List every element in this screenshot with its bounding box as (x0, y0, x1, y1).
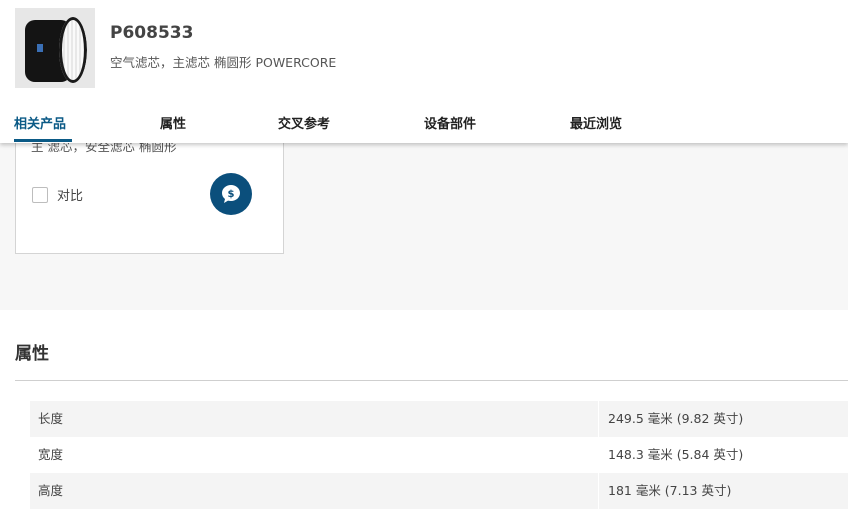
attribute-name: 长度 (38, 411, 64, 426)
part-description: 空气滤芯，主滤芯 椭圆形 POWERCORE (110, 55, 337, 70)
attributes-table: 长度 249.5 毫米 (9.82 英寸) 宽度 148.3 毫米 (5.84 … (30, 401, 848, 509)
filter-media (59, 17, 87, 83)
compare-label: 对比 (57, 189, 84, 204)
attribute-value: 148.3 毫米 (5.84 英寸) (608, 447, 744, 462)
attribute-value: 181 毫米 (7.13 英寸) (608, 483, 732, 498)
product-image[interactable] (15, 8, 95, 88)
compare-control[interactable]: 对比 (32, 185, 83, 204)
product-header: P608533 空气滤芯，主滤芯 椭圆形 POWERCORE 相关产品 属性 交… (0, 0, 848, 143)
table-row: 宽度 148.3 毫米 (5.84 英寸) (30, 437, 848, 473)
tab-equipment-parts[interactable]: 设备部件 (424, 113, 476, 132)
related-products-section: 主 滤芯，安全滤芯 椭圆形 对比 $ (0, 113, 848, 310)
section-divider (15, 380, 848, 381)
tab-recently-viewed[interactable]: 最近浏览 (570, 113, 622, 132)
compare-checkbox[interactable] (32, 186, 48, 203)
attributes-heading: 属性 (15, 344, 49, 364)
attribute-value: 249.5 毫米 (9.82 英寸) (608, 411, 744, 426)
tab-related-products[interactable]: 相关产品 (14, 113, 66, 132)
attribute-name: 宽度 (38, 447, 64, 462)
table-row: 长度 249.5 毫米 (9.82 英寸) (30, 401, 848, 437)
table-row: 高度 181 毫米 (7.13 英寸) (30, 473, 848, 509)
active-tab-indicator (14, 139, 72, 142)
part-number: P608533 (110, 23, 194, 43)
tab-bar: 相关产品 属性 交叉参考 设备部件 最近浏览 (0, 109, 848, 142)
attribute-name: 高度 (38, 483, 64, 498)
tab-attributes[interactable]: 属性 (160, 113, 186, 132)
tab-cross-reference[interactable]: 交叉参考 (278, 113, 330, 132)
column-separator (598, 473, 599, 509)
filter-label (37, 44, 43, 52)
column-separator (598, 401, 599, 437)
request-quote-button[interactable]: $ (210, 173, 252, 215)
svg-text:$: $ (228, 189, 235, 200)
dollar-chat-icon: $ (222, 185, 240, 203)
